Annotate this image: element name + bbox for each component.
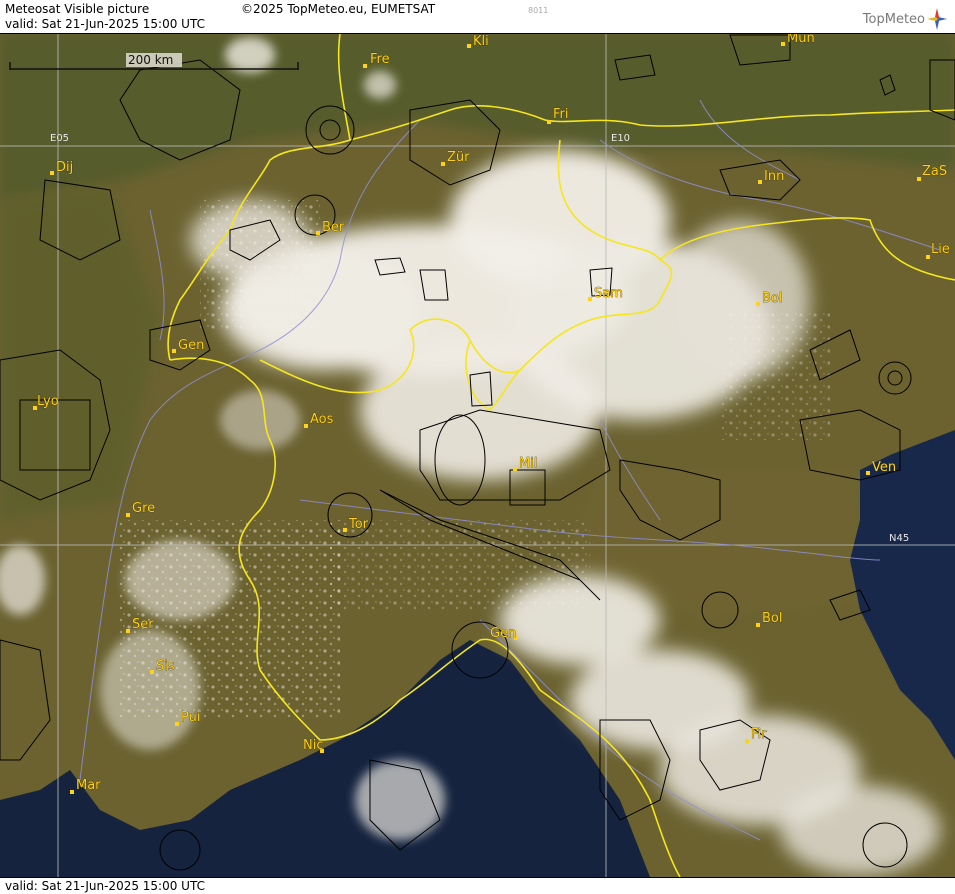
svg-text:Tor: Tor: [348, 517, 369, 532]
convective-specks-piedmont: [330, 520, 590, 610]
svg-text:Fri: Fri: [553, 107, 569, 122]
svg-text:Gen: Gen: [178, 338, 204, 353]
grid-label-n45: N45: [889, 533, 909, 544]
svg-text:Sam: Sam: [594, 286, 623, 301]
city-nic[interactable]: Nic: [303, 738, 324, 753]
map-title: Meteosat Visible picture: [5, 2, 150, 16]
product-code: 8011: [528, 6, 549, 15]
svg-text:Bol: Bol: [762, 611, 782, 626]
svg-text:Aos: Aos: [310, 412, 334, 427]
city-mun[interactable]: Mun: [781, 34, 815, 46]
logo-text: TopMeteo: [862, 11, 925, 27]
svg-text:Mun: Mun: [787, 34, 815, 46]
svg-text:Ven: Ven: [872, 460, 896, 475]
city-zas[interactable]: ZaS: [917, 164, 947, 181]
grid-label-e10: E10: [611, 133, 630, 144]
svg-text:Fre: Fre: [370, 52, 390, 67]
svg-text:Bol: Bol: [762, 291, 782, 306]
svg-text:Gen: Gen: [490, 626, 516, 641]
satellite-map[interactable]: E05 E10 N45 200 km Kli Mun Fre Fri Dij Z…: [0, 34, 955, 877]
svg-text:Pui: Pui: [181, 710, 200, 725]
copyright-text: ©2025 TopMeteo.eu, EUMETSAT: [241, 2, 436, 16]
footer-valid-time: valid: Sat 21-Jun-2025 15:00 UTC: [5, 879, 205, 893]
grid-label-e05: E05: [50, 133, 69, 144]
footer-bar: valid: Sat 21-Jun-2025 15:00 UTC: [0, 877, 955, 894]
svg-text:Fir: Fir: [751, 727, 767, 742]
svg-text:Ser: Ser: [132, 617, 154, 632]
svg-text:Lie: Lie: [931, 242, 950, 257]
svg-text:Mil: Mil: [519, 456, 537, 471]
svg-text:Lyo: Lyo: [37, 394, 59, 409]
svg-text:Ber: Ber: [322, 220, 345, 235]
weather-map-page: Meteosat Visible picture ©2025 TopMeteo.…: [0, 0, 955, 894]
header-bar: Meteosat Visible picture ©2025 TopMeteo.…: [0, 0, 955, 34]
convective-specks-jura: [200, 200, 320, 330]
convective-specks-dolomites: [720, 310, 830, 440]
svg-text:Gre: Gre: [132, 501, 155, 516]
svg-text:ZaS: ZaS: [922, 164, 947, 179]
svg-text:Inn: Inn: [764, 169, 784, 184]
topmeteo-logo: TopMeteo: [863, 7, 947, 31]
svg-text:Kli: Kli: [473, 34, 489, 49]
svg-text:Sis: Sis: [156, 659, 175, 674]
svg-text:Mar: Mar: [76, 778, 101, 793]
svg-text:Dij: Dij: [56, 160, 73, 175]
city-gen2[interactable]: Gen: [490, 626, 518, 641]
compass-star-icon: [927, 8, 947, 30]
scale-bar-label: 200 km: [128, 53, 173, 67]
city-lyo[interactable]: Lyo: [33, 394, 59, 410]
satellite-map-canvas: E05 E10 N45 200 km Kli Mun Fre Fri Dij Z…: [0, 34, 955, 877]
city-sam[interactable]: Sam: [588, 286, 623, 301]
valid-time: valid: Sat 21-Jun-2025 15:00 UTC: [5, 17, 205, 31]
svg-text:Zür: Zür: [447, 150, 470, 165]
svg-text:Nic: Nic: [303, 738, 323, 753]
